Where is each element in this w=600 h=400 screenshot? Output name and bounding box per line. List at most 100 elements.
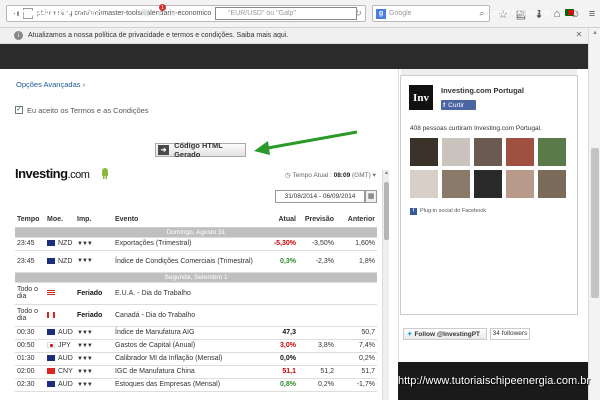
event-time: 00:30 (15, 326, 45, 340)
fan-avatar[interactable] (506, 170, 534, 198)
home-icon[interactable]: ⌂ (549, 6, 565, 22)
page-scrollbar[interactable]: ▲ (588, 28, 600, 400)
advanced-options-label[interactable]: Opções Avançadas (16, 80, 81, 89)
site-search-input[interactable]: "EUR/USD" ou "Galp" (215, 7, 357, 20)
event-row[interactable]: Todo o dia Feriado E.U.A. - Dia do Trabalh… (15, 282, 377, 305)
currency-code: AUD (58, 381, 73, 388)
currency-code: AUD (58, 329, 73, 336)
event-name[interactable]: E.U.A. - Dia do Trabalho (113, 282, 268, 305)
event-forecast (298, 326, 336, 340)
terms-label[interactable]: Eu aceito os Termos e as Condições (27, 106, 149, 115)
calendar-icon[interactable]: ▦ (365, 190, 377, 203)
widget-logo-text: Investing (15, 166, 68, 181)
column-header: Evento (113, 212, 268, 228)
column-header: Anterior (336, 212, 377, 228)
terms-checkbox[interactable]: ✓ (15, 106, 23, 114)
briefcase-icon[interactable]: ▣ (140, 7, 151, 18)
event-time: Todo o dia (15, 304, 45, 327)
widget-scrollbar[interactable]: ▲ (382, 170, 389, 400)
event-actual: 0,8% (268, 378, 298, 392)
fan-avatar[interactable] (442, 170, 470, 198)
globe-icon[interactable]: ● (168, 7, 179, 18)
date-range-input[interactable]: 31/08/2014 - 06/09/2014 (275, 190, 365, 203)
plugin-text[interactable]: Plug-in social do Facebook (420, 208, 486, 214)
fan-avatar[interactable] (410, 138, 438, 166)
event-actual (268, 304, 298, 327)
scroll-up-icon[interactable]: ▲ (383, 170, 390, 178)
event-row[interactable]: 23:45 NZD ▼▼▼ Exportações (Trimestral) -5,30… (15, 237, 377, 251)
country-flag-icon (47, 329, 55, 336)
notice-text[interactable]: Atualizamos a nossa política de privacid… (28, 32, 288, 39)
event-forecast (298, 304, 336, 327)
event-row[interactable]: Todo o dia Feriado Canadá - Dia do Trabalh… (15, 304, 377, 327)
event-currency: AUD (45, 378, 75, 392)
event-row[interactable]: 01:30 AUD ▼▼▼ Calibrador MI da Inflação (Me… (15, 352, 377, 366)
event-row[interactable]: 23:45 NZD ▼▼▼ Índice de Condições Comerciai… (15, 250, 377, 273)
event-previous: 1,8% (336, 250, 377, 273)
green-annotation-arrow (254, 130, 358, 155)
column-header: Atual (268, 212, 298, 228)
generate-html-button[interactable]: ➜ Código HTML Gerado (155, 141, 246, 159)
country-flag-icon (47, 368, 55, 375)
event-time: Todo o dia (15, 282, 45, 305)
event-previous: 7,4% (336, 339, 377, 353)
fan-avatar[interactable] (506, 138, 534, 166)
event-row[interactable]: 02:30 AUD ▼▼▼ Estoques das Empresas (Mensal… (15, 378, 377, 392)
day-label: Segunda, Setembro 1 (15, 272, 377, 283)
event-name[interactable]: Calibrador MI da Inflação (Mensal) (113, 352, 268, 366)
twitter-follow-button[interactable]: ✦ Follow @InvestingPT (403, 328, 487, 340)
investing-page-avatar[interactable]: Inv (409, 85, 433, 110)
event-row[interactable]: 00:50 JPY ▼▼▼ Gastos de Capital (Anual) 3,0%… (15, 339, 377, 353)
portugal-flag-icon[interactable] (565, 9, 574, 16)
google-icon[interactable]: g (376, 8, 386, 19)
economic-calendar-table: Tempo Moe. Imp. Evento Atual Previsão Anterior… (15, 212, 377, 392)
table-body: Domingo, Agosto 31 23:45 NZD ▼▼▼ Exportações… (15, 227, 377, 392)
event-previous (336, 282, 377, 305)
event-name[interactable]: Exportações (Trimestral) (113, 237, 268, 251)
event-name[interactable]: Estoques das Empresas (Mensal) (113, 378, 268, 392)
currency-code: AUD (58, 355, 73, 362)
event-name[interactable]: Gastos de Capital (Anual) (113, 339, 268, 353)
facebook-small-icon: f (410, 208, 417, 215)
facebook-plugin-label[interactable]: f Plug-in social do Facebook (410, 208, 486, 215)
event-name[interactable]: Índice de Manufatura AIG (113, 326, 268, 340)
event-currency: NZD (45, 250, 75, 273)
event-previous: -1,7% (336, 378, 377, 392)
like-button[interactable]: f Curtir (441, 100, 476, 110)
time-label: Tempo Atual : (292, 172, 332, 179)
event-previous (336, 304, 377, 327)
site-logo[interactable]: Investing.com (14, 5, 102, 22)
fan-avatar[interactable] (410, 170, 438, 198)
event-currency: NZD (45, 237, 75, 251)
page-scroll-thumb[interactable] (591, 148, 599, 298)
fan-avatar[interactable] (538, 170, 566, 198)
event-forecast (298, 352, 336, 366)
event-importance: ▼▼▼ (75, 352, 113, 366)
time-zone[interactable]: (GMT) (352, 172, 371, 179)
logo-text[interactable]: Investing (14, 5, 76, 22)
event-forecast: -2,3% (298, 250, 336, 273)
twitter-bird-icon: ✦ (407, 331, 413, 338)
event-name[interactable]: Canadá - Dia do Trabalho (113, 304, 268, 327)
fan-avatar[interactable] (538, 138, 566, 166)
facebook-page-name[interactable]: Investing.com Portugal (441, 86, 524, 95)
fan-avatar[interactable] (474, 170, 502, 198)
page-scroll-up-icon[interactable]: ▲ (589, 30, 600, 38)
fan-avatar[interactable] (442, 138, 470, 166)
logo-suffix[interactable]: .com (75, 6, 102, 21)
twitter-followers-count: 34 followers (490, 328, 530, 340)
browser-search-placeholder[interactable]: Google (389, 10, 475, 17)
menu-icon[interactable]: ≡ (584, 6, 600, 22)
fan-avatar[interactable] (474, 138, 502, 166)
close-icon[interactable]: ✕ (574, 30, 584, 40)
event-name[interactable]: IGC de Manufatura China (113, 365, 268, 379)
browser-search-box[interactable]: g Google ⌕ (372, 5, 490, 22)
widget-logo: Investing.com (15, 166, 90, 181)
event-name[interactable]: Índice de Condições Comerciais (Trimestr… (113, 250, 268, 273)
advanced-options-link[interactable]: Opções Avançadas › (16, 80, 85, 89)
event-actual: 47,3 (268, 326, 298, 340)
login-link[interactable]: Login / Registre-se (487, 8, 550, 17)
event-row[interactable]: 00:30 AUD ▼▼▼ Índice de Manufatura AIG 47,3 5… (15, 326, 377, 340)
event-row[interactable]: 02:00 CNY ▼▼▼ IGC de Manufatura China 51,1 51… (15, 365, 377, 379)
widget-scroll-thumb[interactable] (384, 182, 389, 240)
